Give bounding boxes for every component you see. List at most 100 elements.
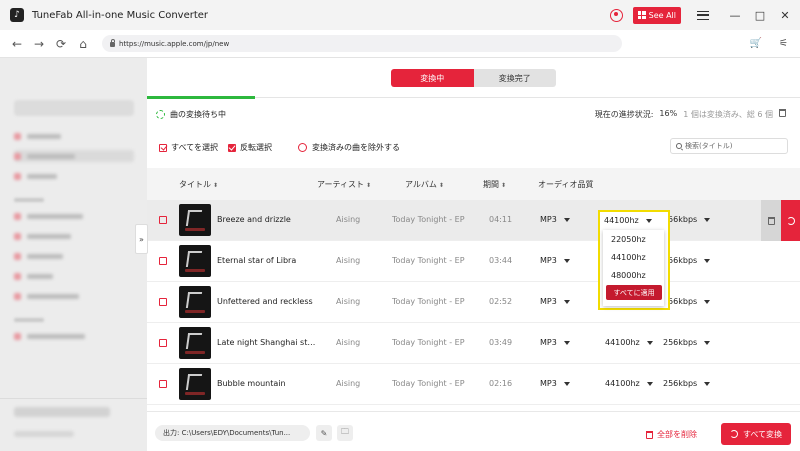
sidebar-item[interactable] xyxy=(14,130,134,142)
sidebar-item[interactable] xyxy=(14,230,134,242)
url-bar[interactable]: https://music.apple.com/jp/new xyxy=(102,35,622,52)
checkbox-icon xyxy=(227,143,236,152)
header-title[interactable]: タイトル ⬍ xyxy=(179,179,218,190)
hamburger-menu-icon[interactable] xyxy=(697,10,709,20)
convert-icon xyxy=(786,216,795,225)
format-select[interactable]: MP3 xyxy=(540,297,570,306)
user-icon[interactable] xyxy=(609,8,623,22)
row-checkbox[interactable] xyxy=(159,298,167,306)
table-row[interactable]: Bubble mountain Aising Today Tonight - E… xyxy=(147,364,800,405)
delete-row-button[interactable] xyxy=(761,200,781,241)
conversion-tabs: 変換中 変換完了 xyxy=(391,69,556,87)
progress-label: 現在の進捗状況: xyxy=(594,110,654,119)
bitrate-select[interactable]: 256kbps xyxy=(663,297,711,306)
invert-selection-checkbox[interactable]: 反転選択 xyxy=(227,142,272,153)
dropdown-option[interactable]: 48000hz xyxy=(611,271,646,280)
chevron-down-icon xyxy=(563,299,570,304)
trash-icon xyxy=(646,430,653,439)
see-all-button[interactable]: See All xyxy=(632,6,681,24)
progress-detail: 1 個は変換済み、総 6 個 xyxy=(683,110,773,119)
dropdown-option[interactable]: 44100hz xyxy=(611,253,646,262)
sidebar-footer-link[interactable] xyxy=(14,431,74,437)
table-row[interactable]: Breeze and drizzle Aising Today Tonight … xyxy=(147,200,800,241)
table-header: タイトル ⬍ アーティスト ⬍ アルバム ⬍ 期間 ⬍ オーディオ品質 xyxy=(147,168,800,200)
row-checkbox[interactable] xyxy=(159,216,167,224)
table-row[interactable]: Late night Shanghai str... Aising Today … xyxy=(147,323,800,364)
home-button[interactable]: ⌂ xyxy=(72,37,94,51)
sidebar-footer-item[interactable] xyxy=(14,407,110,417)
sidebar-search[interactable] xyxy=(14,100,134,116)
tab-converted[interactable]: 変換完了 xyxy=(473,69,556,87)
format-select[interactable]: MP3 xyxy=(540,379,570,388)
sample-rate-select[interactable]: 44100hz xyxy=(604,216,652,225)
bitrate-select[interactable]: 256kbps xyxy=(663,379,711,388)
chevron-down-icon xyxy=(563,340,570,345)
sidebar-item[interactable] xyxy=(14,290,134,302)
header-duration[interactable]: 期間 ⬍ xyxy=(483,179,506,190)
sidebar-item[interactable] xyxy=(14,170,134,182)
chevron-down-icon xyxy=(563,217,570,222)
filter-icon[interactable]: ⚟ xyxy=(779,38,788,49)
table-row[interactable]: Unfettered and reckless Aising Today Ton… xyxy=(147,282,800,323)
convert-row-button[interactable] xyxy=(781,200,800,241)
format-select[interactable]: MP3 xyxy=(540,338,570,347)
chevron-down-icon xyxy=(646,381,653,386)
delete-all-button[interactable]: 全部を削除 xyxy=(646,429,697,440)
collapse-panel-button[interactable]: » xyxy=(135,224,148,254)
converter-panel: 変換中 変換完了 曲の変換待ち中 現在の進捗状況: 16% 1 個は変換済み、総… xyxy=(147,58,800,451)
minimize-button[interactable]: — xyxy=(725,5,745,25)
invert-selection-label: 反転選択 xyxy=(239,143,272,152)
row-checkbox[interactable] xyxy=(159,380,167,388)
sample-rate-select[interactable]: 44100hz xyxy=(605,379,653,388)
app-logo-icon: ♪ xyxy=(10,8,24,22)
folder-icon[interactable]: 🗀 xyxy=(337,425,353,441)
close-button[interactable]: ✕ xyxy=(775,5,795,25)
bitrate-select[interactable]: 256kbps xyxy=(663,338,711,347)
row-checkbox[interactable] xyxy=(159,339,167,347)
url-text: https://music.apple.com/jp/new xyxy=(119,39,230,48)
header-artist[interactable]: アーティスト ⬍ xyxy=(317,179,371,190)
sample-rate-select[interactable]: 44100hz xyxy=(605,338,653,347)
format-select[interactable]: MP3 xyxy=(540,256,570,265)
sidebar-item[interactable] xyxy=(14,270,134,282)
delete-all-label: 全部を削除 xyxy=(657,430,697,439)
back-button[interactable]: ← xyxy=(6,37,28,51)
convert-all-label: すべて変換 xyxy=(742,429,783,439)
dropdown-list: 22050hz 44100hz 48000hz すべてに適用 xyxy=(603,230,664,306)
bitrate-select[interactable]: 256kbps xyxy=(663,256,711,265)
reload-button[interactable]: ⟳ xyxy=(50,37,72,51)
maximize-button[interactable]: □ xyxy=(750,5,770,25)
search-input[interactable]: 検索(タイトル) xyxy=(670,138,788,154)
convert-all-button[interactable]: すべて変換 xyxy=(721,423,791,445)
track-artist: Aising xyxy=(336,379,361,388)
trash-icon[interactable] xyxy=(779,109,786,117)
sidebar-item[interactable] xyxy=(14,330,134,342)
apple-music-sidebar xyxy=(0,58,147,451)
sidebar-item[interactable] xyxy=(14,150,134,162)
bitrate-select[interactable]: 256kbps xyxy=(663,215,711,224)
track-duration: 04:11 xyxy=(489,215,513,224)
apply-to-all-button[interactable]: すべてに適用 xyxy=(606,285,662,300)
select-all-checkbox[interactable]: すべてを選択 xyxy=(159,142,218,153)
format-select[interactable]: MP3 xyxy=(540,215,570,224)
progress-bar xyxy=(147,96,255,99)
row-checkbox[interactable] xyxy=(159,257,167,265)
sample-rate-dropdown[interactable]: 44100hz 22050hz 44100hz 48000hz すべてに適用 xyxy=(598,210,670,310)
track-duration: 03:44 xyxy=(489,256,513,265)
header-album[interactable]: アルバム ⬍ xyxy=(405,179,444,190)
dropdown-option[interactable]: 22050hz xyxy=(611,235,646,244)
sidebar-item[interactable] xyxy=(14,210,134,222)
chevron-down-icon xyxy=(645,218,652,223)
sidebar-section-header xyxy=(14,318,44,322)
output-path-field[interactable]: 出力: C:\Users\EDY\Documents\Tun... xyxy=(155,425,310,441)
tab-converting[interactable]: 変換中 xyxy=(391,69,474,87)
sort-icon: ⬍ xyxy=(366,182,372,189)
sidebar-item[interactable] xyxy=(14,250,134,262)
header-audio-quality: オーディオ品質 xyxy=(538,180,594,189)
cart-icon[interactable]: 🛒 xyxy=(750,38,762,49)
edit-icon[interactable]: ✎ xyxy=(316,425,332,441)
table-row[interactable]: Eternal star of Libra Aising Today Tonig… xyxy=(147,241,800,282)
track-artist: Aising xyxy=(336,338,361,347)
forward-button[interactable]: → xyxy=(28,37,50,51)
exclude-converted-toggle[interactable]: 変換済みの曲を除外する xyxy=(297,142,400,153)
